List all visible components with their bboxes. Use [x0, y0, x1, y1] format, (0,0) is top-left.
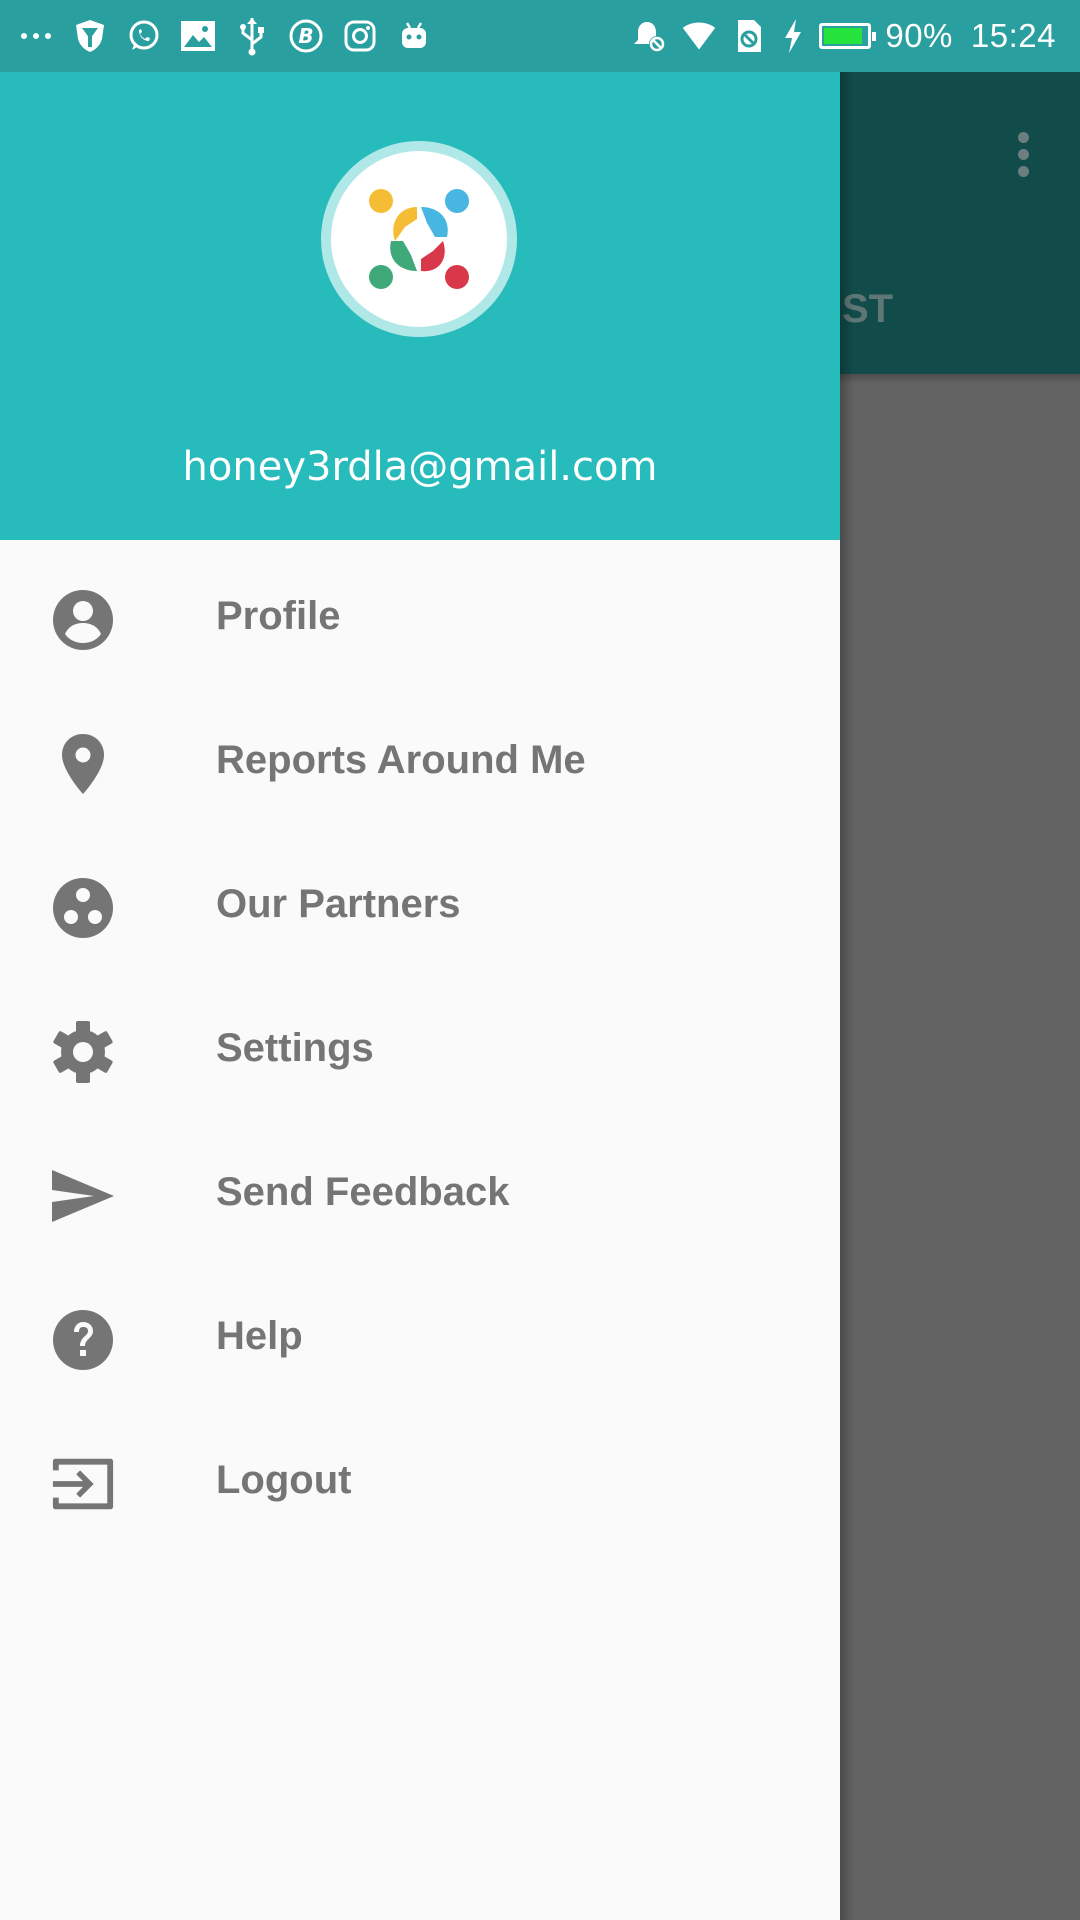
drawer-menu: Profile Reports Around Me Our Partners S… [0, 540, 840, 1548]
android-icon [396, 18, 432, 54]
menu-item-label: Profile [216, 594, 341, 638]
account-circle-icon [50, 587, 116, 653]
logout-icon [50, 1451, 116, 1517]
overflow-menu-icon[interactable] [1018, 132, 1032, 183]
drawer-header: honey3rdla@gmail.com [0, 72, 840, 540]
shield-icon [72, 18, 108, 54]
menu-item-logout[interactable]: Logout [0, 1404, 840, 1548]
menu-item-profile[interactable]: Profile [0, 540, 840, 684]
avatar[interactable] [321, 141, 517, 337]
menu-item-label: Send Feedback [216, 1170, 510, 1214]
svg-text:B: B [298, 24, 313, 48]
status-bar: B 90% 15:24 [0, 0, 1080, 72]
menu-item-reports-around-me[interactable]: Reports Around Me [0, 684, 840, 828]
gear-icon [50, 1019, 116, 1085]
battery-level [824, 28, 863, 44]
menu-item-label: Logout [216, 1458, 352, 1502]
community-logo-icon [331, 151, 507, 327]
menu-item-label: Settings [216, 1026, 374, 1070]
usb-icon [234, 18, 270, 56]
clock: 15:24 [970, 17, 1056, 54]
menu-item-label: Reports Around Me [216, 738, 586, 782]
charging-icon [781, 18, 805, 54]
alarm-off-icon [631, 18, 667, 54]
gallery-icon [180, 18, 216, 54]
sim-blocked-icon [731, 18, 767, 54]
status-bar-system: 90% 15:24 [631, 0, 1056, 72]
menu-item-settings[interactable]: Settings [0, 972, 840, 1116]
send-icon [50, 1163, 116, 1229]
battery-percent: 90% [885, 17, 953, 54]
navigation-drawer: honey3rdla@gmail.com Profile Reports Aro… [0, 72, 840, 1920]
battery-icon [819, 23, 877, 49]
partners-icon [50, 875, 116, 941]
user-email: honey3rdla@gmail.com [182, 444, 658, 490]
status-bar-notifications: B [18, 0, 432, 72]
drawer-shadow [840, 72, 854, 1920]
menu-item-our-partners[interactable]: Our Partners [0, 828, 840, 972]
menu-item-send-feedback[interactable]: Send Feedback [0, 1116, 840, 1260]
menu-item-label: Our Partners [216, 882, 461, 926]
b-circle-icon: B [288, 18, 324, 54]
menu-item-help[interactable]: Help [0, 1260, 840, 1404]
background-app-bar: ST [840, 72, 1080, 374]
whatsapp-icon [126, 18, 162, 54]
help-icon [50, 1307, 116, 1373]
instagram-icon [342, 18, 378, 54]
app-bar-shadow [840, 374, 1080, 384]
menu-item-label: Help [216, 1314, 303, 1358]
more-icon [18, 18, 54, 54]
wifi-icon [681, 18, 717, 54]
location-pin-icon [50, 731, 116, 797]
